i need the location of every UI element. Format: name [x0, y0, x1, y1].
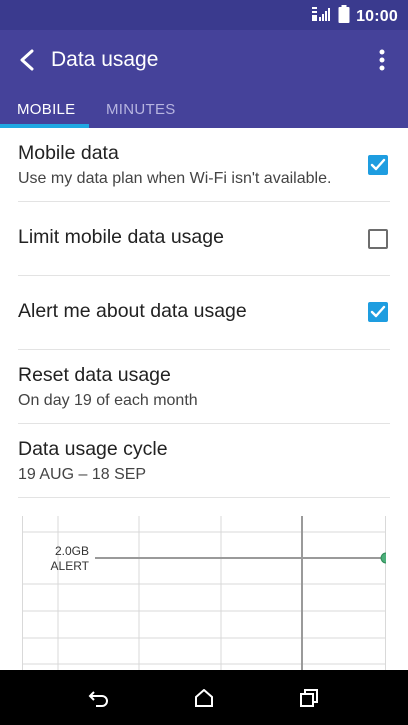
setting-title: Reset data usage: [18, 364, 171, 386]
chart-grid: [22, 516, 386, 670]
navigation-bar: [0, 670, 408, 725]
back-button[interactable]: [12, 44, 42, 76]
setting-title: Data usage cycle: [18, 438, 168, 460]
setting-subtitle: On day 19 of each month: [18, 392, 198, 409]
setting-mobile-data[interactable]: Mobile data Use my data plan when Wi-Fi …: [18, 128, 390, 202]
page-title: Data usage: [51, 48, 159, 71]
alert-data-checkbox[interactable]: [368, 302, 388, 322]
nav-recents-button[interactable]: [295, 684, 323, 712]
setting-alert-data[interactable]: Alert me about data usage: [18, 276, 390, 350]
battery-icon: [338, 5, 350, 28]
nav-back-button[interactable]: [85, 684, 113, 712]
app-bar: Data usage: [0, 30, 408, 90]
settings-list: Mobile data Use my data plan when Wi-Fi …: [0, 128, 408, 498]
setting-title: Alert me about data usage: [18, 300, 247, 322]
alert-value-label: 2.0GB: [54, 544, 89, 558]
status-bar: 10:00: [0, 0, 408, 30]
setting-usage-cycle[interactable]: Data usage cycle 19 AUG – 18 SEP: [18, 424, 390, 498]
alert-handle-dot[interactable]: [377, 549, 395, 567]
back-icon: [88, 691, 108, 707]
tab-bar: MOBILE MINUTES: [0, 90, 408, 128]
mobile-data-checkbox[interactable]: [368, 155, 388, 175]
tab-mobile[interactable]: MOBILE: [17, 101, 75, 118]
check-icon: [370, 158, 386, 171]
setting-subtitle: 19 AUG – 18 SEP: [18, 466, 147, 483]
check-icon: [370, 305, 386, 318]
limit-data-checkbox[interactable]: [368, 229, 388, 249]
overflow-menu-button[interactable]: [370, 44, 394, 76]
status-time: 10:00: [356, 7, 398, 25]
recents-icon: [300, 689, 318, 707]
back-arrow-icon: [20, 49, 34, 71]
signal-icon: [312, 6, 332, 27]
alert-label: ALERT: [50, 559, 89, 573]
setting-limit-data[interactable]: Limit mobile data usage: [18, 202, 390, 276]
status-icons: 10:00: [312, 5, 398, 28]
setting-title: Limit mobile data usage: [18, 226, 224, 248]
nav-home-button[interactable]: [190, 684, 218, 712]
setting-subtitle: Use my data plan when Wi-Fi isn't availa…: [18, 170, 332, 187]
home-icon: [195, 689, 213, 707]
setting-title: Mobile data: [18, 142, 119, 164]
usage-chart: 2.0GB ALERT: [22, 516, 386, 670]
more-vert-icon: [379, 49, 385, 71]
setting-reset-data[interactable]: Reset data usage On day 19 of each month: [18, 350, 390, 424]
tab-minutes[interactable]: MINUTES: [106, 101, 176, 118]
